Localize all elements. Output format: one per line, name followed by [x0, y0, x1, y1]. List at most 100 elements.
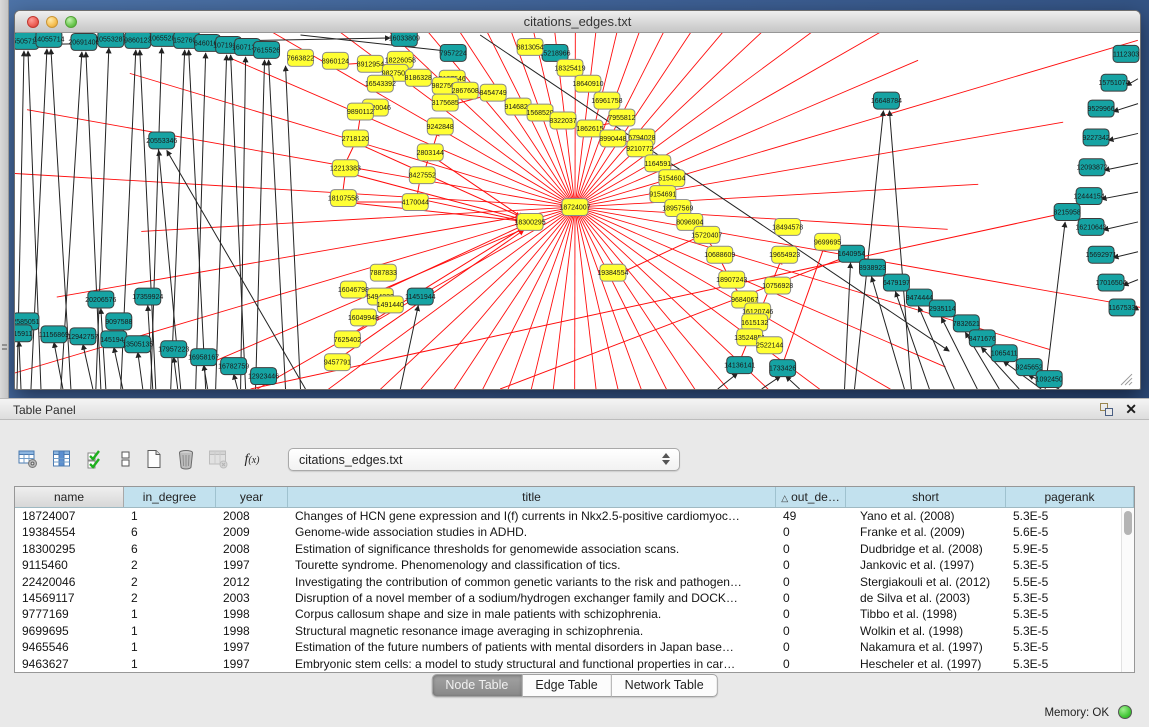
column-header-name[interactable]: name — [15, 487, 124, 507]
graph-node[interactable]: 9227342 — [1082, 129, 1109, 146]
graph-node[interactable]: 7955812 — [608, 109, 635, 126]
graph-node[interactable]: 7615526 — [253, 41, 280, 58]
delete-column-button[interactable] — [204, 446, 232, 472]
column-header-short[interactable]: short — [846, 487, 1006, 507]
graph-node[interactable]: 10756928 — [762, 277, 793, 294]
delete-table-button[interactable] — [172, 446, 200, 472]
graph-node[interactable]: 8938923 — [859, 259, 886, 276]
graph-node[interactable]: 9242848 — [427, 118, 454, 135]
graph-node[interactable]: 18724007 — [559, 199, 590, 216]
graph-node[interactable]: 2718120 — [342, 130, 369, 147]
graph-node[interactable]: 18107558 — [328, 190, 359, 207]
graph-node[interactable]: 1164591 — [645, 155, 672, 172]
graph-node[interactable]: 15751074 — [1099, 74, 1130, 91]
graph-node[interactable]: 18300295 — [515, 213, 546, 230]
graph-node[interactable]: 9210772 — [626, 140, 653, 157]
graph-node[interactable]: 16049948 — [348, 309, 379, 326]
graph-node[interactable]: 18907243 — [716, 271, 747, 288]
graph-node[interactable]: 2803144 — [417, 144, 444, 161]
graph-node[interactable]: 15218966 — [540, 44, 571, 61]
graph-node[interactable]: 16958167 — [188, 349, 219, 366]
table-row[interactable]: 977716911998Corpus callosum shape and si… — [15, 606, 1134, 622]
graph-node[interactable]: 8960124 — [322, 52, 349, 69]
table-row[interactable]: 946362711997Embryonic stem cells: a mode… — [15, 656, 1134, 672]
table-selector-dropdown[interactable]: citations_edges.txt — [288, 448, 680, 471]
graph-node[interactable]: 12444154 — [1074, 188, 1105, 205]
table-row[interactable]: 1830029562008Estimation of significance … — [15, 541, 1134, 557]
graph-node[interactable]: 1733426 — [769, 360, 796, 377]
graph-node[interactable]: 16543392 — [365, 75, 396, 92]
graph-node[interactable]: 18325419 — [554, 59, 585, 76]
column-header-title[interactable]: title — [288, 487, 776, 507]
graph-node[interactable]: 20206576 — [85, 291, 116, 308]
graph-node[interactable]: 12213383 — [330, 160, 361, 177]
graph-node[interactable]: 2522144 — [756, 337, 783, 354]
function-builder-button[interactable]: f(x) — [236, 446, 268, 472]
table-row[interactable]: 911546021997Tourette syndrome. Phenomeno… — [15, 557, 1134, 573]
graph-node[interactable]: 13505135 — [122, 336, 153, 353]
graph-node[interactable]: 1167533 — [1109, 299, 1136, 316]
graph-node[interactable]: 11156869 — [39, 326, 69, 343]
canvas-resize-grip[interactable] — [1121, 374, 1132, 385]
graph-node[interactable]: 16210643 — [1076, 218, 1107, 235]
graph-node[interactable]: 8186328 — [405, 69, 432, 86]
graph-node[interactable]: 18640910 — [572, 75, 603, 92]
graph-node[interactable]: 17359924 — [132, 288, 163, 305]
graph-node[interactable]: 8454749 — [480, 84, 507, 101]
table-row[interactable]: 2242004622012Investigating the contribut… — [15, 574, 1134, 590]
graph-node[interactable]: 16782759 — [218, 358, 249, 375]
column-header-in_degree[interactable]: in_degree — [124, 487, 216, 507]
graph-node[interactable]: 1092450 — [1036, 371, 1063, 388]
graph-node[interactable]: 16961758 — [591, 92, 622, 109]
graph-node[interactable]: 7957224 — [440, 44, 467, 61]
graph-node[interactable]: 12942757 — [67, 328, 98, 345]
graph-node[interactable]: 9457791 — [324, 354, 351, 371]
column-header-out_de[interactable]: △out_de… — [776, 487, 846, 507]
network-window-titlebar[interactable]: citations_edges.txt — [15, 11, 1140, 33]
tab-network-table[interactable]: Network Table — [612, 674, 718, 697]
graph-node[interactable]: 14055714 — [33, 33, 64, 47]
graph-node[interactable]: 11451944 — [405, 288, 436, 305]
unselect-all-button[interactable] — [112, 446, 140, 472]
graph-node[interactable]: 9097588 — [105, 313, 132, 330]
table-row[interactable]: 969969511998Structural magnetic resonanc… — [15, 623, 1134, 639]
graph-node[interactable]: 14136141 — [724, 357, 755, 374]
close-panel-icon[interactable]: ✕ — [1125, 401, 1137, 418]
scrollbar-thumb[interactable] — [1124, 511, 1132, 535]
column-header-year[interactable]: year — [216, 487, 288, 507]
float-panel-icon[interactable] — [1100, 403, 1113, 416]
show-columns-button[interactable] — [48, 446, 76, 472]
graph-node[interactable]: 7625402 — [334, 331, 361, 348]
graph-node[interactable]: 19384554 — [597, 264, 628, 281]
graph-node[interactable]: 9890112 — [347, 103, 374, 120]
graph-node[interactable]: 15720407 — [691, 226, 722, 243]
graph-node[interactable]: 8912954 — [357, 55, 384, 72]
graph-node[interactable]: 8813054 — [516, 38, 543, 55]
table-scrollbar[interactable] — [1121, 508, 1134, 672]
table-settings-button[interactable] — [14, 446, 42, 472]
graph-node[interactable]: 10553287 — [95, 33, 126, 47]
graph-node[interactable]: 7663822 — [287, 49, 314, 66]
graph-node[interactable]: 3915911 — [15, 325, 32, 342]
graph-node[interactable]: 12093872 — [1077, 159, 1108, 176]
graph-node[interactable]: 5154604 — [658, 170, 685, 187]
column-header-pagerank[interactable]: pagerank — [1006, 487, 1134, 507]
table-row[interactable]: 1938455462009Genome-wide association stu… — [15, 524, 1134, 540]
graph-node[interactable]: 6479197 — [883, 274, 910, 291]
graph-node[interactable]: 16046798 — [338, 281, 369, 298]
network-canvas[interactable]: 5505714140557142069140610553287986012310… — [15, 33, 1140, 389]
graph-node[interactable]: 3175685 — [432, 94, 459, 111]
graph-node[interactable]: 8471676 — [969, 330, 996, 347]
graph-node[interactable]: 16033809 — [389, 33, 420, 46]
graph-node[interactable]: 15692971 — [1086, 246, 1117, 263]
tab-edge-table[interactable]: Edge Table — [522, 674, 611, 697]
tab-node-table[interactable]: Node Table — [431, 674, 522, 697]
graph-node[interactable]: 8990448 — [599, 130, 626, 147]
graph-node[interactable]: 9529966 — [1087, 100, 1114, 117]
table-row[interactable]: 1872400712008Changes of HCN gene express… — [15, 508, 1134, 524]
table-row[interactable]: 946554611997Estimation of the future num… — [15, 639, 1134, 655]
graph-node[interactable]: 9699695 — [814, 233, 841, 250]
graph-node[interactable]: 7832621 — [953, 315, 980, 332]
graph-node[interactable]: 2935114 — [929, 300, 956, 317]
graph-node[interactable]: 1065411 — [991, 345, 1018, 362]
